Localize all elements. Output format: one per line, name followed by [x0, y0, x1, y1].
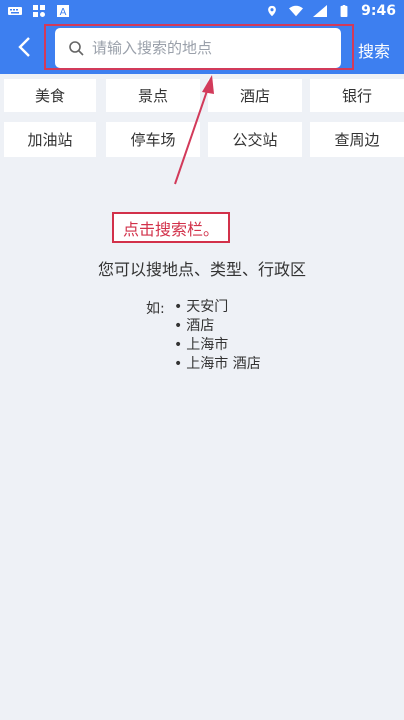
back-button[interactable]: [10, 32, 38, 62]
category-meishi[interactable]: 美食: [4, 79, 96, 112]
category-yinhang[interactable]: 银行: [310, 79, 404, 112]
category-jiudian[interactable]: 酒店: [208, 79, 302, 112]
wifi-icon: [289, 5, 304, 17]
example-item: 酒店: [174, 317, 261, 336]
chevron-left-icon: [18, 37, 30, 57]
example-list: 天安门 酒店 上海市 上海市 酒店: [174, 298, 261, 374]
category-gongjiaozhan[interactable]: 公交站: [208, 122, 302, 157]
status-time: 9:46: [361, 3, 396, 19]
category-jingdian[interactable]: 景点: [106, 79, 200, 112]
apps-icon: [33, 5, 45, 17]
example-item: 天安门: [174, 298, 261, 317]
category-tingchechang[interactable]: 停车场: [106, 122, 200, 157]
battery-icon: [340, 5, 348, 17]
status-bar: A 9:46: [0, 0, 404, 22]
search-header: 搜索: [0, 22, 404, 74]
search-icon: [69, 41, 84, 56]
search-button[interactable]: 搜索: [358, 38, 390, 62]
example-item: 上海市: [174, 336, 261, 355]
annotation-callout: 点击搜索栏。: [112, 212, 230, 243]
svg-text:A: A: [60, 7, 67, 17]
search-input[interactable]: [90, 38, 324, 58]
search-box[interactable]: [56, 29, 340, 67]
example-item: 上海市 酒店: [174, 355, 260, 374]
category-chazhoubian[interactable]: 查周边: [310, 122, 404, 157]
signal-icon: [313, 5, 328, 17]
hint-title: 您可以搜地点、类型、行政区: [97, 260, 306, 279]
font-a-icon: A: [57, 5, 69, 17]
example-label: 如:: [146, 301, 165, 317]
category-jiayouzhan[interactable]: 加油站: [4, 122, 96, 157]
keyboard-icon: [8, 7, 22, 15]
location-icon: [268, 5, 277, 17]
